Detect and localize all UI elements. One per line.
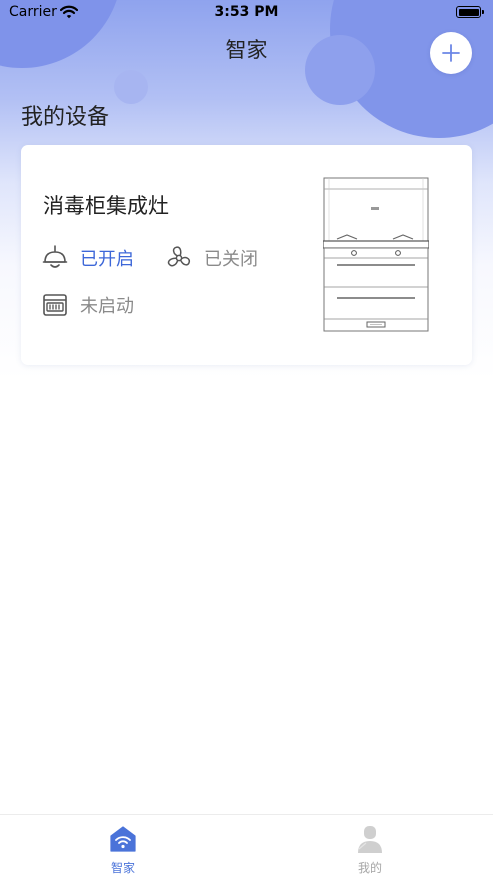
tab-home[interactable]: 智家 (63, 815, 183, 880)
tab-me-label: 我的 (357, 861, 382, 875)
sterilizer-icon (41, 291, 69, 319)
device-name: 消毒柜集成灶 (43, 194, 169, 218)
page-title: 智家 (225, 38, 268, 62)
light-status[interactable]: 已开启 (41, 244, 134, 272)
disinfection-status[interactable]: 未启动 (41, 291, 134, 319)
tab-me[interactable]: 我的 (310, 815, 430, 880)
status-bar: Carrier 3:53 PM (0, 0, 493, 26)
add-device-button[interactable] (430, 32, 472, 74)
person-icon (356, 825, 384, 859)
lamp-icon (41, 244, 69, 272)
disinfection-status-label: 未启动 (80, 296, 134, 317)
plus-icon (442, 44, 460, 62)
device-card[interactable]: 消毒柜集成灶 已开启 已关闭 未启动 (21, 145, 472, 365)
status-time: 3:53 PM (214, 4, 279, 20)
decor-bubble (114, 70, 148, 104)
battery-icon (456, 6, 484, 18)
fan-status[interactable]: 已关闭 (165, 244, 258, 272)
tab-bar: 智家 我的 (0, 814, 493, 880)
home-wifi-icon (109, 825, 137, 857)
section-title: 我的设备 (21, 105, 110, 130)
tab-home-label: 智家 (110, 861, 135, 875)
light-status-label: 已开启 (80, 249, 134, 270)
fan-icon (165, 244, 193, 272)
fan-status-label: 已关闭 (204, 249, 258, 270)
device-image (322, 177, 430, 336)
